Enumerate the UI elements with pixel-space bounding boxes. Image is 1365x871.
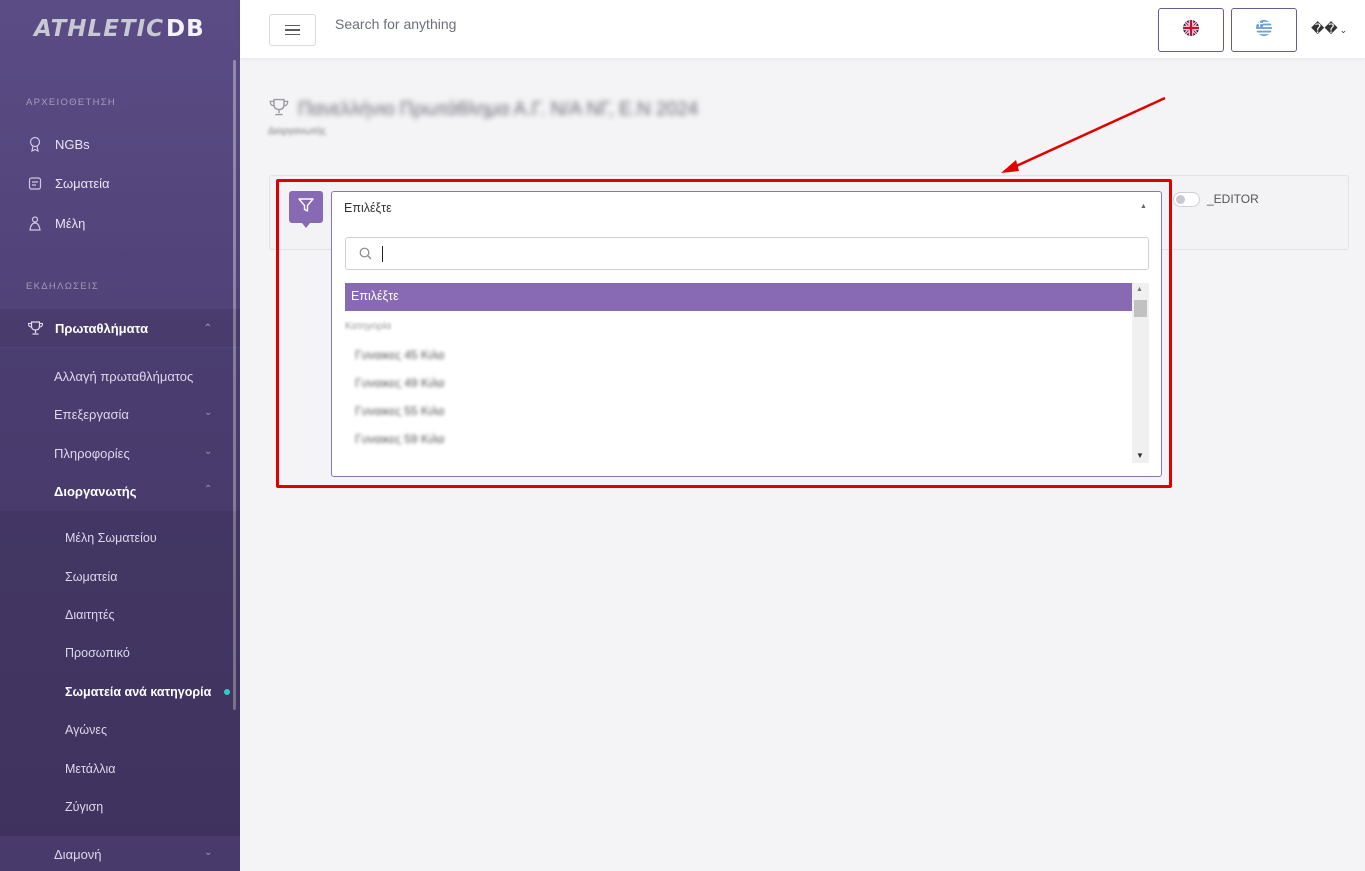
- sidebar-item-ngbs[interactable]: NGBs: [0, 125, 240, 163]
- page-subtitle: Διοργανωτής: [268, 126, 326, 137]
- sidebar-item-accommodation[interactable]: Διαμονή: [54, 847, 102, 862]
- menu-toggle-button[interactable]: [269, 14, 316, 46]
- logo-text-db: DB: [166, 16, 205, 42]
- chevron-down-icon: ⌄: [1339, 25, 1348, 35]
- chevron-down-icon: ⌄: [204, 847, 213, 858]
- sidebar-link-staff[interactable]: Προσωπικό: [65, 646, 130, 660]
- trophy-icon: [26, 319, 44, 337]
- sidebar-link-weigh-in[interactable]: Ζύγιση: [65, 800, 103, 814]
- dropdown-option[interactable]: Γυναικες 45 Κιλα: [355, 348, 444, 362]
- global-search-input[interactable]: Search for anything: [335, 16, 456, 32]
- person-icon: [26, 214, 44, 232]
- scrollbar-thumb[interactable]: [1134, 300, 1147, 317]
- sidebar-subitem-edit[interactable]: Επεξεργασία: [54, 407, 129, 422]
- app-logo[interactable]: ATHLETIC DB: [0, 0, 240, 58]
- medal-icon: [26, 135, 44, 153]
- sidebar-link-clubs[interactable]: Σωματεία: [65, 570, 117, 584]
- filter-button[interactable]: [289, 191, 323, 228]
- text-cursor: [382, 246, 383, 262]
- uk-flag-icon: [1183, 19, 1199, 41]
- sidebar-subitem-change-championship[interactable]: Αλλαγή πρωταθλήματος: [54, 369, 193, 384]
- sidebar-item-label: NGBs: [55, 136, 90, 152]
- user-menu-label: ��: [1311, 21, 1338, 36]
- user-menu[interactable]: �� ⌄: [1311, 21, 1347, 37]
- chevron-down-icon: ⌄: [204, 407, 213, 418]
- greek-flag-icon: [1256, 19, 1272, 41]
- sidebar-link-medals[interactable]: Μετάλλια: [65, 762, 115, 776]
- dropdown-scrollbar[interactable]: ▲ ▼: [1132, 283, 1149, 463]
- hamburger-icon: [285, 24, 300, 27]
- chevron-up-icon: ⌃: [203, 322, 212, 334]
- sidebar-link-referees[interactable]: Διαιτητές: [65, 608, 115, 622]
- sidebar-item-championships[interactable]: Πρωταθλήματα ⌃: [0, 309, 240, 347]
- sidebar-link-club-members[interactable]: Μέλη Σωματείου: [65, 531, 157, 545]
- dropdown-option[interactable]: Γυναικες 59 Κιλα: [355, 432, 444, 446]
- page-title: Πανελλήνιο Πρωτάθλημα Α.Γ. Ν/Α ΝΓ, Ε.Ν 2…: [268, 97, 698, 122]
- dropdown-option[interactable]: Γυναικες 55 Κιλα: [355, 404, 444, 418]
- sidebar-item-clubs[interactable]: Σωματεία: [0, 164, 240, 202]
- logo-text-main: ATHLETIC: [34, 16, 165, 42]
- toggle-knob: [1176, 195, 1185, 204]
- page-title-text: Πανελλήνιο Πρωτάθλημα Α.Γ. Ν/Α ΝΓ, Ε.Ν 2…: [298, 98, 699, 120]
- sidebar-subitem-organizer[interactable]: Διοργανωτής: [54, 484, 137, 499]
- sidebar: ATHLETIC DB ΑΡΧΕΙΟΘΕΤΗΣΗ NGBs Σωματεία Μ…: [0, 0, 240, 871]
- category-select-dropdown[interactable]: [331, 191, 1162, 477]
- chevron-down-icon: ⌄: [204, 446, 213, 457]
- scroll-up-arrow-icon[interactable]: ▲: [1136, 286, 1143, 293]
- trophy-icon: [268, 97, 290, 122]
- caret-up-icon[interactable]: ▲: [1140, 203, 1147, 210]
- language-greek-button[interactable]: [1231, 8, 1297, 52]
- sidebar-link-clubs-per-category[interactable]: Σωματεία ανά κατηγορία: [65, 685, 211, 699]
- filter-icon: [297, 196, 315, 219]
- dropdown-option[interactable]: Γυναικες 49 Κιλα: [355, 376, 444, 390]
- chevron-up-icon: ⌃: [204, 484, 213, 495]
- editor-toggle[interactable]: [1173, 192, 1200, 207]
- scroll-down-arrow-icon[interactable]: ▼: [1136, 451, 1144, 460]
- organizer-submenu: [0, 511, 240, 836]
- dropdown-option-group: Κατηγορία: [345, 321, 392, 332]
- section-title-events: ΕΚΔΗΛΩΣΕΙΣ: [26, 281, 100, 292]
- select-current-value[interactable]: Επιλέξτε: [344, 201, 392, 215]
- language-english-button[interactable]: [1158, 8, 1224, 52]
- sidebar-item-members[interactable]: Μέλη: [0, 204, 240, 242]
- section-title-archiving: ΑΡΧΕΙΟΘΕΤΗΣΗ: [26, 97, 117, 108]
- sidebar-item-label: Μέλη: [55, 215, 86, 231]
- sidebar-subitem-info[interactable]: Πληροφορίες: [54, 446, 130, 461]
- active-indicator-dot: [224, 689, 230, 695]
- search-icon: [359, 247, 372, 265]
- editor-toggle-label: _EDITOR: [1207, 192, 1259, 206]
- building-icon: [26, 174, 44, 192]
- top-header: Search for anything �� ⌄: [240, 0, 1365, 58]
- sidebar-link-matches[interactable]: Αγώνες: [65, 723, 107, 737]
- sidebar-item-label: Πρωταθλήματα: [55, 320, 149, 336]
- dropdown-search-input[interactable]: [345, 237, 1149, 270]
- dropdown-option-selected[interactable]: Επιλέξτε: [345, 283, 1132, 311]
- sidebar-item-label: Σωματεία: [55, 175, 110, 191]
